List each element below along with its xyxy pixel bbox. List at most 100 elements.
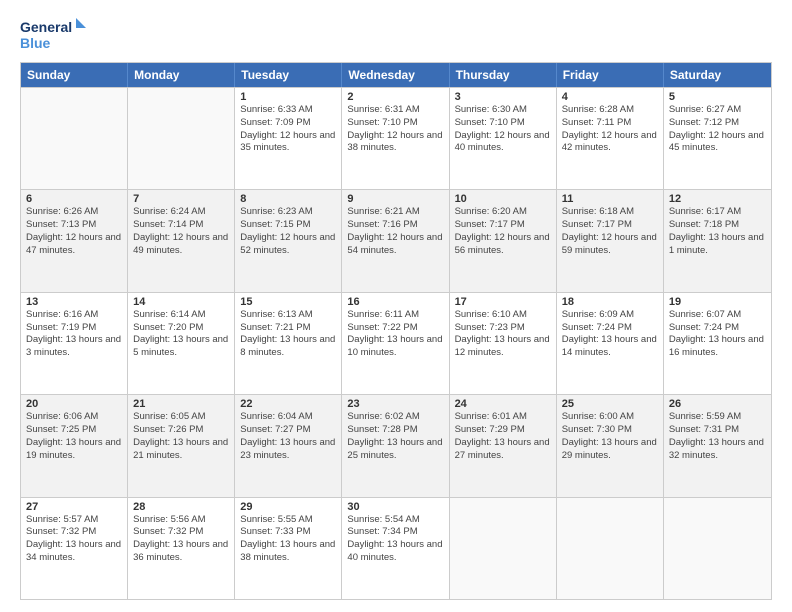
day-cell-11: 11Sunrise: 6:18 AM Sunset: 7:17 PM Dayli…: [557, 190, 664, 291]
calendar-page: General Blue SundayMondayTuesdayWednesda…: [0, 0, 792, 612]
calendar-row-4: 20Sunrise: 6:06 AM Sunset: 7:25 PM Dayli…: [21, 394, 771, 496]
day-number: 26: [669, 398, 766, 410]
day-info: Sunrise: 6:05 AM Sunset: 7:26 PM Dayligh…: [133, 411, 229, 462]
day-cell-14: 14Sunrise: 6:14 AM Sunset: 7:20 PM Dayli…: [128, 293, 235, 394]
header-day-monday: Monday: [128, 63, 235, 87]
calendar-row-2: 6Sunrise: 6:26 AM Sunset: 7:13 PM Daylig…: [21, 189, 771, 291]
day-info: Sunrise: 6:27 AM Sunset: 7:12 PM Dayligh…: [669, 104, 766, 155]
calendar-row-5: 27Sunrise: 5:57 AM Sunset: 7:32 PM Dayli…: [21, 497, 771, 599]
svg-text:General: General: [20, 19, 72, 35]
day-number: 23: [347, 398, 443, 410]
day-cell-24: 24Sunrise: 6:01 AM Sunset: 7:29 PM Dayli…: [450, 395, 557, 496]
empty-cell: [128, 88, 235, 189]
day-number: 17: [455, 296, 551, 308]
day-cell-28: 28Sunrise: 5:56 AM Sunset: 7:32 PM Dayli…: [128, 498, 235, 599]
day-info: Sunrise: 6:07 AM Sunset: 7:24 PM Dayligh…: [669, 309, 766, 360]
day-cell-25: 25Sunrise: 6:00 AM Sunset: 7:30 PM Dayli…: [557, 395, 664, 496]
day-info: Sunrise: 5:59 AM Sunset: 7:31 PM Dayligh…: [669, 411, 766, 462]
day-info: Sunrise: 6:33 AM Sunset: 7:09 PM Dayligh…: [240, 104, 336, 155]
day-number: 13: [26, 296, 122, 308]
day-info: Sunrise: 6:09 AM Sunset: 7:24 PM Dayligh…: [562, 309, 658, 360]
day-cell-21: 21Sunrise: 6:05 AM Sunset: 7:26 PM Dayli…: [128, 395, 235, 496]
day-info: Sunrise: 6:20 AM Sunset: 7:17 PM Dayligh…: [455, 206, 551, 257]
empty-cell: [450, 498, 557, 599]
day-info: Sunrise: 6:21 AM Sunset: 7:16 PM Dayligh…: [347, 206, 443, 257]
day-info: Sunrise: 6:30 AM Sunset: 7:10 PM Dayligh…: [455, 104, 551, 155]
day-cell-17: 17Sunrise: 6:10 AM Sunset: 7:23 PM Dayli…: [450, 293, 557, 394]
day-cell-7: 7Sunrise: 6:24 AM Sunset: 7:14 PM Daylig…: [128, 190, 235, 291]
day-cell-2: 2Sunrise: 6:31 AM Sunset: 7:10 PM Daylig…: [342, 88, 449, 189]
day-cell-8: 8Sunrise: 6:23 AM Sunset: 7:15 PM Daylig…: [235, 190, 342, 291]
calendar-row-3: 13Sunrise: 6:16 AM Sunset: 7:19 PM Dayli…: [21, 292, 771, 394]
calendar: SundayMondayTuesdayWednesdayThursdayFrid…: [20, 62, 772, 600]
day-info: Sunrise: 6:23 AM Sunset: 7:15 PM Dayligh…: [240, 206, 336, 257]
svg-text:Blue: Blue: [20, 35, 51, 51]
day-number: 24: [455, 398, 551, 410]
day-info: Sunrise: 5:57 AM Sunset: 7:32 PM Dayligh…: [26, 514, 122, 565]
day-cell-20: 20Sunrise: 6:06 AM Sunset: 7:25 PM Dayli…: [21, 395, 128, 496]
day-number: 14: [133, 296, 229, 308]
day-number: 27: [26, 501, 122, 513]
day-info: Sunrise: 6:13 AM Sunset: 7:21 PM Dayligh…: [240, 309, 336, 360]
day-info: Sunrise: 6:14 AM Sunset: 7:20 PM Dayligh…: [133, 309, 229, 360]
day-info: Sunrise: 6:28 AM Sunset: 7:11 PM Dayligh…: [562, 104, 658, 155]
calendar-body: 1Sunrise: 6:33 AM Sunset: 7:09 PM Daylig…: [21, 87, 771, 599]
day-info: Sunrise: 6:31 AM Sunset: 7:10 PM Dayligh…: [347, 104, 443, 155]
day-number: 8: [240, 193, 336, 205]
day-number: 16: [347, 296, 443, 308]
day-cell-30: 30Sunrise: 5:54 AM Sunset: 7:34 PM Dayli…: [342, 498, 449, 599]
day-cell-9: 9Sunrise: 6:21 AM Sunset: 7:16 PM Daylig…: [342, 190, 449, 291]
day-number: 2: [347, 91, 443, 103]
day-info: Sunrise: 6:01 AM Sunset: 7:29 PM Dayligh…: [455, 411, 551, 462]
day-number: 1: [240, 91, 336, 103]
day-number: 10: [455, 193, 551, 205]
empty-cell: [664, 498, 771, 599]
day-info: Sunrise: 6:10 AM Sunset: 7:23 PM Dayligh…: [455, 309, 551, 360]
day-cell-10: 10Sunrise: 6:20 AM Sunset: 7:17 PM Dayli…: [450, 190, 557, 291]
day-number: 5: [669, 91, 766, 103]
day-info: Sunrise: 6:17 AM Sunset: 7:18 PM Dayligh…: [669, 206, 766, 257]
day-info: Sunrise: 5:54 AM Sunset: 7:34 PM Dayligh…: [347, 514, 443, 565]
header-day-sunday: Sunday: [21, 63, 128, 87]
day-info: Sunrise: 6:11 AM Sunset: 7:22 PM Dayligh…: [347, 309, 443, 360]
day-cell-6: 6Sunrise: 6:26 AM Sunset: 7:13 PM Daylig…: [21, 190, 128, 291]
day-number: 11: [562, 193, 658, 205]
day-number: 3: [455, 91, 551, 103]
day-number: 19: [669, 296, 766, 308]
day-number: 28: [133, 501, 229, 513]
day-info: Sunrise: 6:18 AM Sunset: 7:17 PM Dayligh…: [562, 206, 658, 257]
day-number: 6: [26, 193, 122, 205]
day-cell-3: 3Sunrise: 6:30 AM Sunset: 7:10 PM Daylig…: [450, 88, 557, 189]
top-header: General Blue: [20, 16, 772, 52]
header-day-saturday: Saturday: [664, 63, 771, 87]
day-number: 7: [133, 193, 229, 205]
day-number: 15: [240, 296, 336, 308]
day-cell-15: 15Sunrise: 6:13 AM Sunset: 7:21 PM Dayli…: [235, 293, 342, 394]
day-info: Sunrise: 6:04 AM Sunset: 7:27 PM Dayligh…: [240, 411, 336, 462]
day-info: Sunrise: 5:56 AM Sunset: 7:32 PM Dayligh…: [133, 514, 229, 565]
day-number: 20: [26, 398, 122, 410]
day-cell-19: 19Sunrise: 6:07 AM Sunset: 7:24 PM Dayli…: [664, 293, 771, 394]
day-cell-1: 1Sunrise: 6:33 AM Sunset: 7:09 PM Daylig…: [235, 88, 342, 189]
header-day-friday: Friday: [557, 63, 664, 87]
day-cell-13: 13Sunrise: 6:16 AM Sunset: 7:19 PM Dayli…: [21, 293, 128, 394]
day-number: 29: [240, 501, 336, 513]
day-number: 18: [562, 296, 658, 308]
day-cell-29: 29Sunrise: 5:55 AM Sunset: 7:33 PM Dayli…: [235, 498, 342, 599]
day-cell-26: 26Sunrise: 5:59 AM Sunset: 7:31 PM Dayli…: [664, 395, 771, 496]
day-number: 9: [347, 193, 443, 205]
day-number: 30: [347, 501, 443, 513]
day-number: 22: [240, 398, 336, 410]
day-cell-12: 12Sunrise: 6:17 AM Sunset: 7:18 PM Dayli…: [664, 190, 771, 291]
day-cell-18: 18Sunrise: 6:09 AM Sunset: 7:24 PM Dayli…: [557, 293, 664, 394]
day-info: Sunrise: 6:06 AM Sunset: 7:25 PM Dayligh…: [26, 411, 122, 462]
day-cell-5: 5Sunrise: 6:27 AM Sunset: 7:12 PM Daylig…: [664, 88, 771, 189]
day-info: Sunrise: 6:24 AM Sunset: 7:14 PM Dayligh…: [133, 206, 229, 257]
header-day-tuesday: Tuesday: [235, 63, 342, 87]
day-info: Sunrise: 5:55 AM Sunset: 7:33 PM Dayligh…: [240, 514, 336, 565]
day-number: 25: [562, 398, 658, 410]
day-cell-23: 23Sunrise: 6:02 AM Sunset: 7:28 PM Dayli…: [342, 395, 449, 496]
day-cell-16: 16Sunrise: 6:11 AM Sunset: 7:22 PM Dayli…: [342, 293, 449, 394]
day-cell-22: 22Sunrise: 6:04 AM Sunset: 7:27 PM Dayli…: [235, 395, 342, 496]
day-cell-27: 27Sunrise: 5:57 AM Sunset: 7:32 PM Dayli…: [21, 498, 128, 599]
